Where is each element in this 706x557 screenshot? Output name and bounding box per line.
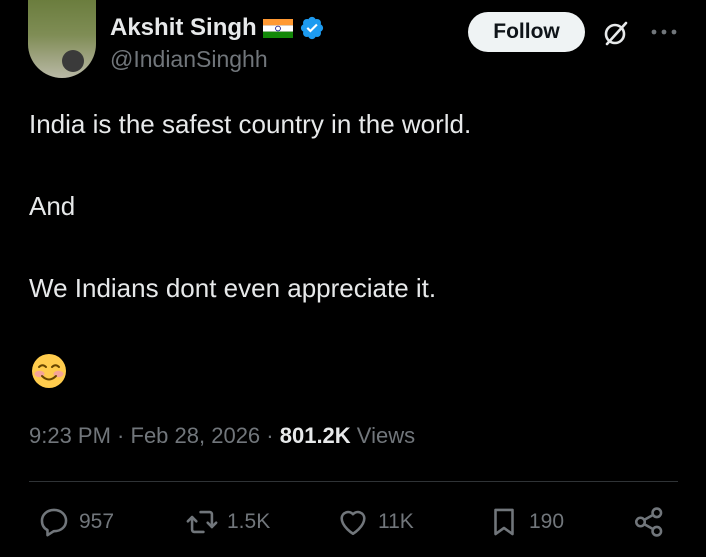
reply-icon <box>37 505 71 539</box>
heart-icon <box>336 505 370 539</box>
bookmark-button[interactable]: 190 <box>487 504 564 540</box>
share-icon <box>632 505 666 539</box>
smiling-face-icon <box>31 353 67 389</box>
reply-button[interactable]: 957 <box>37 504 114 540</box>
tweet-meta: 9:23 PM · Feb 28, 2026 · 801.2K Views <box>29 423 415 449</box>
repost-count: 1.5K <box>227 510 271 533</box>
tweet-time[interactable]: 9:23 PM <box>29 423 111 448</box>
views-count: 801.2K <box>279 423 351 448</box>
meta-separator: · <box>260 423 280 448</box>
divider <box>29 481 678 482</box>
meta-separator: · <box>110 423 131 448</box>
follow-button[interactable]: Follow <box>468 12 585 52</box>
repost-button[interactable]: 1.5K <box>185 504 270 540</box>
tweet-text-line-2: And <box>29 191 76 221</box>
like-count: 11K <box>378 510 414 533</box>
tweet-date[interactable]: Feb 28, 2026 <box>131 423 261 448</box>
verified-badge-icon[interactable] <box>299 15 325 41</box>
india-flag-icon <box>262 18 293 38</box>
author-handle[interactable]: @IndianSinghh <box>110 46 325 73</box>
bookmark-count: 190 <box>529 510 565 533</box>
name-row: Akshit Singh <box>110 12 325 44</box>
repost-icon <box>185 505 219 539</box>
avatar[interactable] <box>28 0 96 78</box>
more-options-icon[interactable] <box>649 22 679 42</box>
share-button[interactable] <box>632 504 666 540</box>
author-name[interactable]: Akshit Singh <box>110 14 257 42</box>
grok-icon[interactable] <box>599 17 631 49</box>
bookmark-icon <box>487 505 521 539</box>
reply-count: 957 <box>79 510 115 533</box>
views-label: Views <box>350 423 416 448</box>
avatar-figure <box>62 50 84 72</box>
tweet-text-line-3: We Indians dont even appreciate it. <box>29 273 437 303</box>
author-header: Akshit Singh @IndianSinghh <box>110 12 325 73</box>
like-button[interactable]: 11K <box>336 504 414 540</box>
tweet-text-line-1: India is the safest country in the world… <box>29 109 472 139</box>
